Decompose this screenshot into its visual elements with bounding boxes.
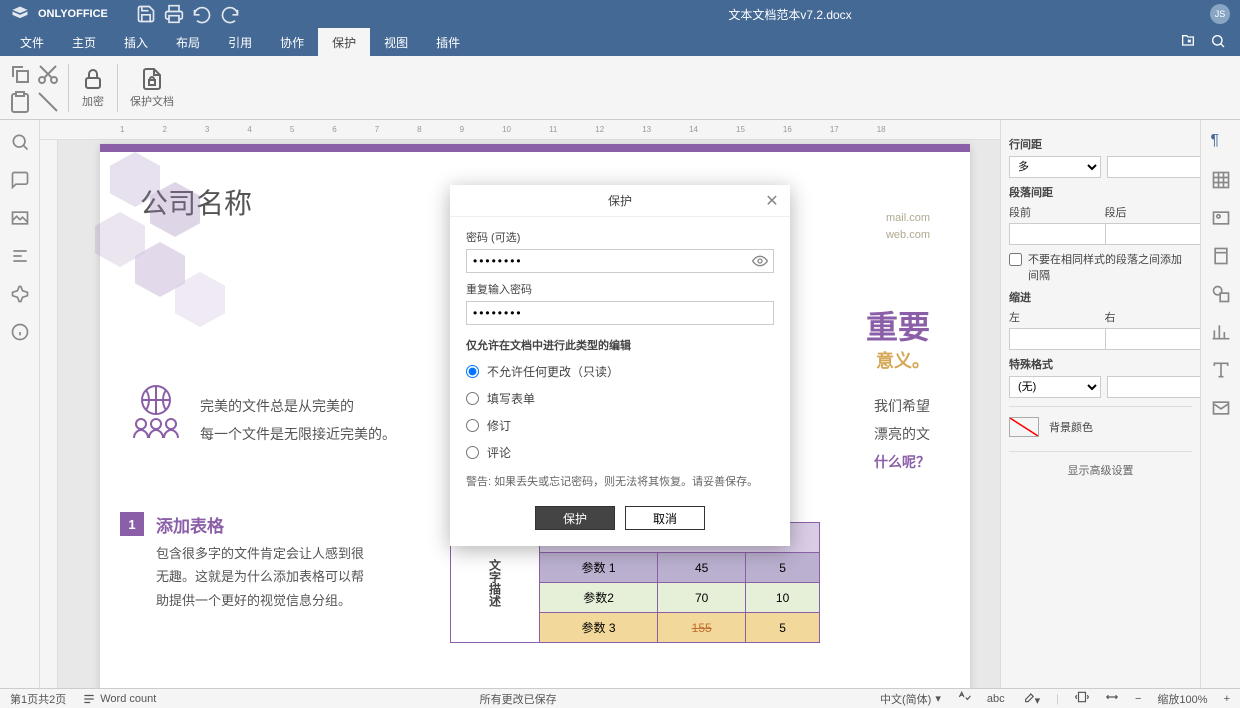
edit-restriction-option-0[interactable]: 不允许任何更改（只读） bbox=[466, 363, 774, 380]
dialog-overlay: 保护 ✕ 密码 (可选) 重复输入密码 仅允许在文档中进行此类型的编辑 不允许任… bbox=[0, 0, 1240, 708]
edit-restriction-option-2[interactable]: 修订 bbox=[466, 417, 774, 434]
edit-restriction-option-1[interactable]: 填写表单 bbox=[466, 390, 774, 407]
edit-restriction-option-3[interactable]: 评论 bbox=[466, 444, 774, 461]
editing-restrictions-label: 仅允许在文档中进行此类型的编辑 bbox=[466, 337, 774, 353]
cancel-button[interactable]: 取消 bbox=[625, 506, 705, 530]
password-label: 密码 (可选) bbox=[466, 229, 774, 245]
confirm-password-label: 重复输入密码 bbox=[466, 281, 774, 297]
confirm-password-input[interactable] bbox=[466, 301, 774, 325]
protect-dialog: 保护 ✕ 密码 (可选) 重复输入密码 仅允许在文档中进行此类型的编辑 不允许任… bbox=[450, 185, 790, 546]
protect-confirm-button[interactable]: 保护 bbox=[535, 506, 615, 530]
dialog-title: 保护 bbox=[608, 192, 632, 209]
show-password-icon[interactable] bbox=[752, 253, 768, 272]
password-warning: 警告: 如果丢失或忘记密码，则无法将其恢复。请妥善保存。 bbox=[466, 475, 774, 490]
dialog-close-button[interactable]: ✕ bbox=[762, 191, 782, 211]
password-input[interactable] bbox=[466, 249, 774, 273]
